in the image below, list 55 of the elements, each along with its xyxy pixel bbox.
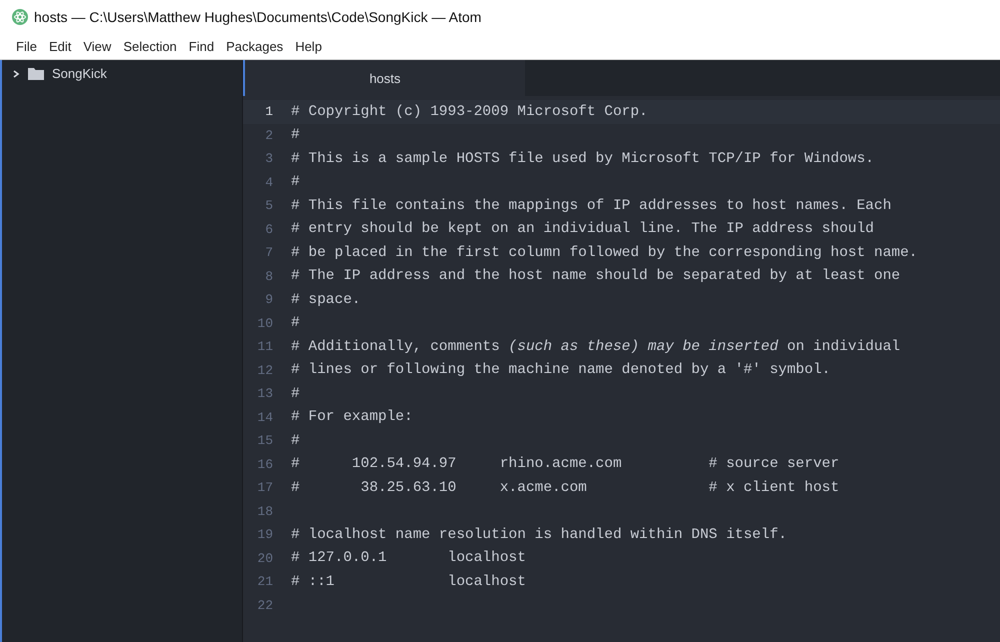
menu-item[interactable]: Help xyxy=(295,39,322,54)
line-number: 13 xyxy=(256,386,273,402)
line-number: 9 xyxy=(264,292,273,308)
line-number: 8 xyxy=(264,268,273,284)
code-line: # xyxy=(291,315,300,332)
code-line: # 38.25.63.10 x.acme.com # x client host xyxy=(291,480,840,496)
code-line: # 102.54.94.97 rhino.acme.com # source server xyxy=(291,456,840,472)
line-number: 20 xyxy=(256,550,273,566)
line-number: 16 xyxy=(256,456,273,472)
line-number: 11 xyxy=(256,339,273,354)
folder-label: SongKick xyxy=(52,66,107,81)
window-title: hosts — C:\Users\Matthew Hughes\Documents\Code\SongKick — Atom xyxy=(34,9,482,25)
folder-icon xyxy=(28,67,44,80)
line-number: 15 xyxy=(256,433,273,448)
line-number: 19 xyxy=(256,527,273,542)
line-number: 7 xyxy=(264,245,273,260)
code-line: # This file contains the mappings of IP addresses to host names. Each xyxy=(291,198,892,214)
line-number: 18 xyxy=(256,504,273,519)
code-line: # xyxy=(291,127,300,144)
code-line: # Copyright (c) 1993-2009 Microsoft Corp. xyxy=(291,104,648,120)
code-line: # Additionally, comments (such as these) may be inserted on individual xyxy=(291,338,900,355)
code-line: # The IP address and the host name should be separated by at least one xyxy=(291,268,900,284)
line-number: 6 xyxy=(264,222,273,237)
line-number: 22 xyxy=(256,598,273,613)
code-line: # 127.0.0.1 localhost xyxy=(291,550,526,566)
line-number: 1 xyxy=(264,104,273,120)
menu-item[interactable]: View xyxy=(83,39,112,54)
line-number: 17 xyxy=(256,480,273,496)
line-number: 14 xyxy=(256,410,273,425)
code-line: # localhost name resolution is handled within DNS itself. xyxy=(291,526,787,543)
code-line: # xyxy=(291,432,300,449)
menu-item[interactable]: Edit xyxy=(48,39,72,54)
atom-logo-icon xyxy=(12,9,28,25)
line-number: 12 xyxy=(256,362,273,378)
line-number: 2 xyxy=(264,128,273,143)
code-line: # This is a sample HOSTS file used by Microsoft TCP/IP for Windows. xyxy=(291,150,874,167)
code-line: # ::1 localhost xyxy=(291,574,526,590)
code-line: # xyxy=(291,174,300,190)
line-number: 5 xyxy=(264,198,273,214)
line-number: 21 xyxy=(256,574,273,590)
code-line: # be placed in the first column followed by the corresponding host name. xyxy=(291,244,918,261)
line-number: 3 xyxy=(264,151,273,166)
menu-item[interactable]: Packages xyxy=(226,39,284,54)
line-number: 4 xyxy=(264,174,273,190)
menu-item[interactable]: Selection xyxy=(123,39,177,54)
code-line: # entry should be kept on an individual line. The IP address should xyxy=(291,221,874,238)
code-line: # lines or following the machine name denoted by a '#' symbol. xyxy=(291,362,830,378)
file-tab[interactable]: hosts xyxy=(243,60,525,96)
menu-item[interactable]: Find xyxy=(188,39,214,54)
line-number: 10 xyxy=(256,316,273,331)
code-line: # xyxy=(291,386,300,402)
menu-item[interactable]: File xyxy=(16,39,37,54)
tree-item[interactable]: SongKick xyxy=(2,60,242,87)
code-line: # For example: xyxy=(291,409,413,426)
code-line: # space. xyxy=(291,292,361,308)
